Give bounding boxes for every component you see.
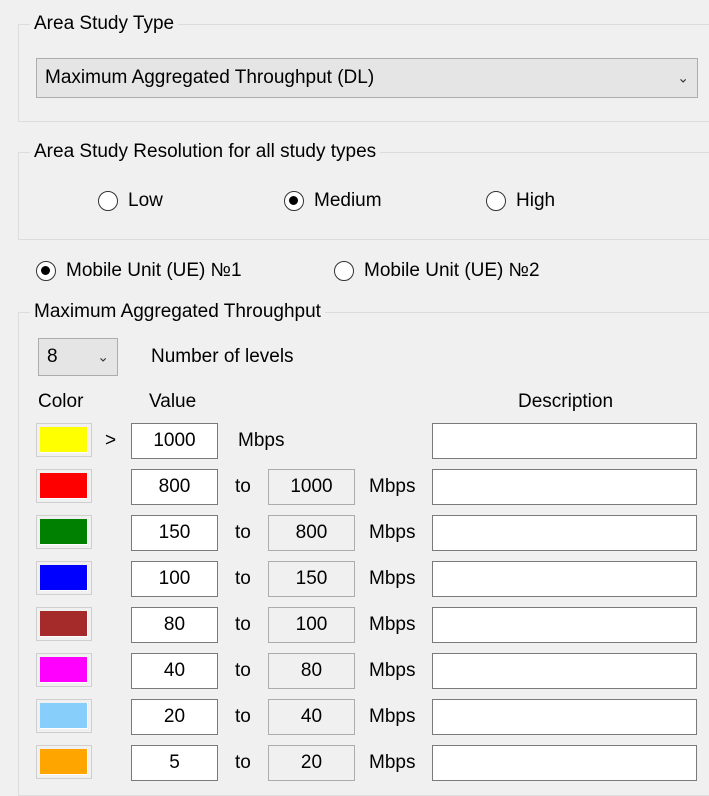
resolution-low-label: Low (128, 190, 163, 211)
mobile-unit-1-radio[interactable]: Mobile Unit (UE) №1 (36, 260, 242, 282)
color-column-header: Color (38, 391, 84, 412)
level-from-input[interactable]: 150 (131, 515, 218, 551)
level-description-input[interactable] (432, 515, 697, 551)
level-to-value: 1000 (268, 469, 355, 505)
level-to-value: 80 (268, 653, 355, 689)
level-color-swatch[interactable] (36, 423, 92, 457)
level-from-input[interactable]: 100 (131, 561, 218, 597)
level-to-value: 20 (268, 745, 355, 781)
level-description-input[interactable] (432, 607, 697, 643)
level-from-input[interactable]: 1000 (131, 423, 218, 459)
level-to-label: to (235, 568, 251, 589)
level-from-input[interactable]: 20 (131, 699, 218, 735)
level-unit-label: Mbps (369, 660, 416, 681)
level-unit-label: Mbps (369, 706, 416, 727)
level-color-fill (40, 703, 88, 729)
resolution-high-label: High (516, 190, 556, 211)
level-color-swatch[interactable] (36, 699, 92, 733)
resolution-low-radio[interactable]: Low (98, 190, 163, 212)
levels-count-label: Number of levels (151, 346, 294, 367)
level-to-value: 800 (268, 515, 355, 551)
level-from-input[interactable]: 800 (131, 469, 218, 505)
levels-count-value: 8 (47, 346, 58, 367)
level-color-fill (40, 565, 88, 591)
level-from-input[interactable]: 5 (131, 745, 218, 781)
value-column-header: Value (149, 391, 197, 412)
chevron-down-icon: ⌄ (677, 69, 689, 86)
mobile-unit-1-label: Mobile Unit (UE) №1 (66, 260, 242, 281)
resolution-high-radio[interactable]: High (486, 190, 555, 212)
level-description-input[interactable] (432, 561, 697, 597)
area-study-type-value: Maximum Aggregated Throughput (DL) (45, 67, 375, 88)
level-unit-label: Mbps (369, 568, 416, 589)
level-color-swatch[interactable] (36, 469, 92, 503)
level-to-value: 100 (268, 607, 355, 643)
level-description-input[interactable] (432, 699, 697, 735)
level-color-fill (40, 427, 88, 453)
level-from-input[interactable]: 80 (131, 607, 218, 643)
level-to-value: 150 (268, 561, 355, 597)
level-color-swatch[interactable] (36, 653, 92, 687)
resolution-medium-radio[interactable]: Medium (284, 190, 382, 212)
radio-circle-selected (284, 191, 304, 211)
level-color-fill (40, 749, 88, 775)
level-description-input[interactable] (432, 423, 697, 459)
area-study-type-legend: Area Study Type (30, 13, 179, 35)
level-color-swatch[interactable] (36, 607, 92, 641)
radio-circle (98, 191, 118, 211)
level-unit-label: Mbps (369, 614, 416, 635)
levels-count-select[interactable]: 8 ⌄ (38, 338, 118, 376)
level-to-label: to (235, 706, 251, 727)
description-column-header: Description (518, 391, 614, 412)
level-unit-label: Mbps (369, 476, 416, 497)
level-to-label: to (235, 614, 251, 635)
level-to-label: to (235, 660, 251, 681)
radio-circle-selected (36, 261, 56, 281)
mobile-unit-2-radio[interactable]: Mobile Unit (UE) №2 (334, 260, 540, 282)
level-color-fill (40, 611, 88, 637)
settings-panel: Area Study Type Maximum Aggregated Throu… (0, 0, 709, 796)
level-description-input[interactable] (432, 745, 697, 781)
resolution-legend: Area Study Resolution for all study type… (30, 141, 381, 163)
level-color-fill (40, 519, 88, 545)
level-from-input[interactable]: 40 (131, 653, 218, 689)
level-unit-label: Mbps (369, 522, 416, 543)
chevron-down-icon: ⌄ (97, 348, 109, 365)
level-to-label: to (235, 476, 251, 497)
radio-circle (486, 191, 506, 211)
radio-circle (334, 261, 354, 281)
throughput-legend: Maximum Aggregated Throughput (30, 301, 325, 323)
level-to-label: to (235, 522, 251, 543)
level-color-fill (40, 657, 88, 683)
level-color-swatch[interactable] (36, 745, 92, 779)
mobile-unit-2-label: Mobile Unit (UE) №2 (364, 260, 540, 281)
level-description-input[interactable] (432, 653, 697, 689)
level-color-swatch[interactable] (36, 515, 92, 549)
resolution-medium-label: Medium (314, 190, 382, 211)
level-color-swatch[interactable] (36, 561, 92, 595)
level-color-fill (40, 473, 88, 499)
level-unit-label: Mbps (369, 752, 416, 773)
level-description-input[interactable] (432, 469, 697, 505)
level-to-value: 40 (268, 699, 355, 735)
level-to-label: to (235, 752, 251, 773)
greater-than-symbol: > (105, 430, 117, 451)
area-study-type-select[interactable]: Maximum Aggregated Throughput (DL) ⌄ (36, 58, 698, 98)
level-unit-label: Mbps (238, 430, 285, 451)
